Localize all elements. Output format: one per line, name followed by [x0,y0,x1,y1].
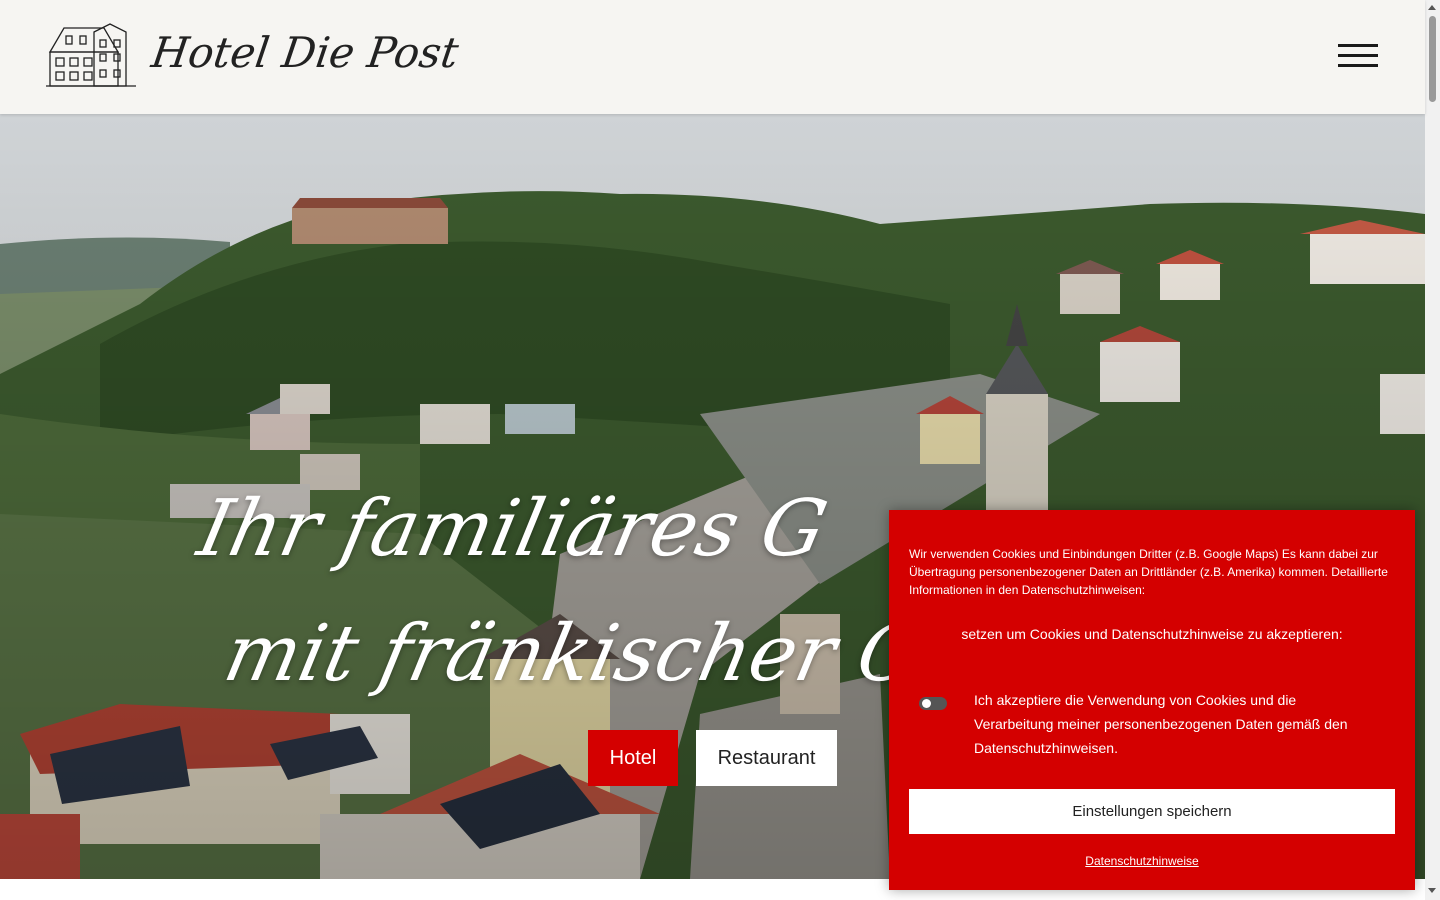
consent-label[interactable]: Ich akzeptiere die Verwendung von Cookie… [974,688,1354,760]
site-header: Hotel Die Post [0,0,1425,114]
restaurant-button[interactable]: Restaurant [696,730,837,786]
scroll-up-icon[interactable] [1428,5,1436,10]
cookie-info-text: Wir verwenden Cookies und Einbindungen D… [909,547,1388,597]
scroll-down-icon[interactable] [1428,888,1436,893]
scroll-thumb[interactable] [1429,16,1436,102]
cookie-subtitle: setzen um Cookies und Datenschutzhinweis… [961,626,1343,642]
hotel-logo-icon[interactable] [46,22,136,90]
hotel-button[interactable]: Hotel [588,730,678,786]
menu-button[interactable] [1336,40,1380,72]
brand-name[interactable]: Hotel Die Post [149,28,462,77]
page-scrollbar[interactable] [1425,0,1440,900]
hamburger-menu-icon [1338,44,1378,47]
save-settings-button[interactable]: Einstellungen speichern [909,789,1395,834]
consent-toggle[interactable] [919,697,947,710]
privacy-link[interactable]: Datenschutzhinweise [889,854,1395,868]
cookie-banner: Wir verwenden Cookies und Einbindungen D… [889,510,1415,890]
